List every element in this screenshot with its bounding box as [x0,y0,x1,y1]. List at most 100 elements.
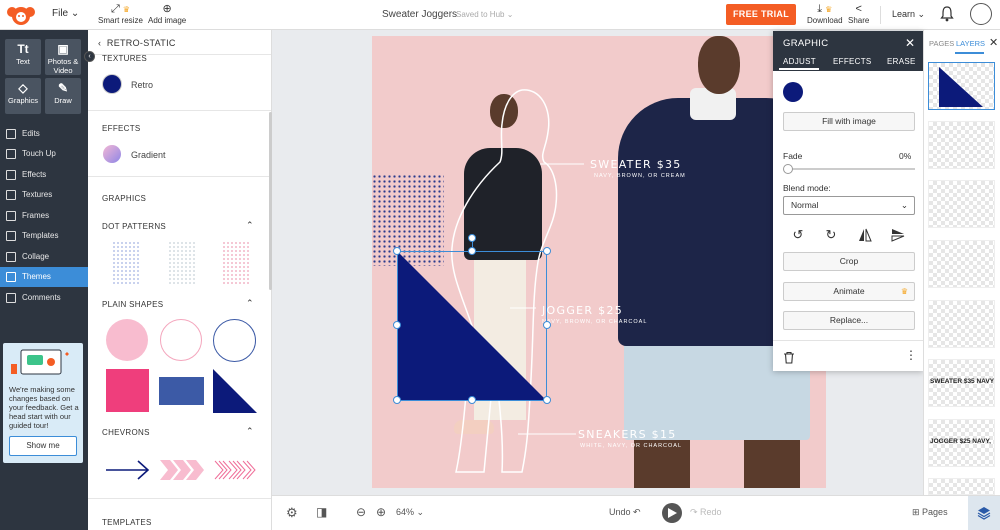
resize-handle[interactable] [393,321,401,329]
zoom-out-icon[interactable]: ⊖ [356,505,366,519]
blue-ring-shape[interactable] [213,319,256,362]
navy-triangle-shape[interactable] [213,369,257,413]
crop-button[interactable]: Crop [783,252,915,271]
striped-chevrons[interactable] [213,460,257,480]
resize-handle[interactable] [468,247,476,255]
dot-pattern-grey[interactable] [168,241,196,285]
graphic-color-swatch[interactable] [783,82,803,102]
dot-pattern-blue[interactable] [112,241,140,285]
sneakers-colors-text[interactable]: WHITE, NAVY, OR CHARCOAL [580,443,682,449]
tab-erase[interactable]: ERASE [887,57,916,66]
rotate-right-icon[interactable]: ↻ [823,227,839,243]
sweater-colors-text[interactable]: NAVY, BROWN, OR CREAM [594,173,686,179]
sidebar-item-textures[interactable]: Textures [0,185,88,205]
draw-tool-button[interactable]: ✎ Draw [45,78,81,114]
trash-icon[interactable] [783,351,795,364]
pink-square-shape[interactable] [106,369,149,412]
back-to-themes-button[interactable]: ‹ RETRO-STATIC [98,38,176,48]
layer-thumbnail[interactable] [928,240,995,288]
retro-texture-label[interactable]: Retro [131,80,153,90]
gradient-effect-swatch[interactable] [103,145,121,163]
layer-thumbnail-sweater-text[interactable]: SWEATER $35 NAVY [928,359,995,407]
photos-video-tool-button[interactable]: ▣ Photos & Video [45,39,81,75]
arrow-chevron[interactable] [106,458,150,482]
sidebar-item-frames[interactable]: Frames [0,206,88,226]
pink-ring-shape[interactable] [160,319,202,361]
bell-icon[interactable] [940,6,954,22]
resize-handle[interactable] [543,321,551,329]
play-button[interactable] [662,503,682,523]
resize-handle[interactable] [468,396,476,404]
sidebar-item-touch-up[interactable]: Touch Up [0,144,88,164]
blend-mode-select[interactable]: Normal ⌄ [783,196,915,215]
sweater-price-text[interactable]: SWEATER $35 [590,158,682,171]
pink-chevrons[interactable] [160,460,204,480]
animate-button[interactable]: Animate ♛ [783,282,915,301]
flip-horizontal-icon[interactable] [857,227,873,243]
sidebar-item-edits[interactable]: Edits [0,124,88,144]
collapse-chevron-icon[interactable]: ⌃ [246,298,254,309]
layer-thumbnail[interactable] [928,478,995,495]
saved-status[interactable]: Saved to Hub ⌄ [456,10,513,19]
replace-button[interactable]: Replace... [783,311,915,330]
more-options-icon[interactable]: ⋮ [905,349,917,361]
fade-slider-track[interactable] [787,168,915,170]
collapse-panel-button[interactable]: ‹ [84,51,95,62]
layer-thumbnail[interactable] [928,121,995,169]
tab-effects[interactable]: EFFECTS [833,57,872,66]
close-icon[interactable]: ✕ [905,36,915,50]
pages-button[interactable]: ⊞ Pages [912,507,948,518]
sneakers-price-text[interactable]: SNEAKERS $15 [578,428,677,441]
layer-thumbnail[interactable] [928,180,995,228]
text-tool-button[interactable]: Tt Text [5,39,41,75]
sidebar-item-themes[interactable]: Themes [0,267,88,287]
resize-handle[interactable] [393,247,401,255]
pink-circle-shape[interactable] [106,319,148,361]
layer-thumbnail-triangle[interactable] [928,62,995,110]
jogger-price-text[interactable]: JOGGER $25 [542,304,623,317]
selection-box[interactable] [397,251,547,401]
dot-pattern-pink[interactable] [222,241,250,285]
layer-thumbnail-jogger-text[interactable]: JOGGER $25 NAVY, [928,419,995,467]
picmonkey-logo-icon[interactable] [6,4,36,26]
zoom-level-select[interactable]: 64% ⌄ [396,507,424,518]
avatar[interactable] [970,3,992,25]
smart-resize-button[interactable]: ⤢ ♛ Smart resize [98,2,143,25]
collapse-chevron-icon[interactable]: ⌃ [246,426,254,437]
blue-rectangle-shape[interactable] [159,377,204,405]
free-trial-button[interactable]: FREE TRIAL [726,4,796,25]
undo-button[interactable]: Undo ↶ [609,507,641,518]
jogger-colors-text[interactable]: NAVY, BROWN, OR CHARCOAL [542,319,647,325]
show-me-button[interactable]: Show me [9,436,77,456]
document-title[interactable]: Sweater Joggers [382,9,457,20]
rotate-left-icon[interactable]: ↺ [790,227,806,243]
share-button[interactable]: < Share [848,2,869,25]
compare-icon[interactable]: ◨ [316,505,327,519]
sidebar-item-templates[interactable]: Templates [0,226,88,246]
layers-toggle-button[interactable] [968,496,1000,530]
tab-pages[interactable]: PAGES [929,39,954,48]
tab-layers[interactable]: LAYERS [956,39,985,48]
close-icon[interactable]: ✕ [989,36,998,49]
learn-menu[interactable]: Learn ⌄ [892,9,925,20]
file-menu[interactable]: File ⌄ [52,8,79,19]
sidebar-item-comments[interactable]: Comments [0,288,88,308]
graphics-tool-button[interactable]: ◇ Graphics [5,78,41,114]
resize-handle[interactable] [543,247,551,255]
sidebar-item-collage[interactable]: Collage [0,247,88,267]
sidebar-item-effects[interactable]: Effects [0,165,88,185]
tab-adjust[interactable]: ADJUST [783,57,816,66]
flip-vertical-icon[interactable] [890,227,906,243]
add-image-button[interactable]: ⊕ Add image [148,2,186,25]
gear-icon[interactable]: ⚙ [286,505,298,521]
resize-handle[interactable] [393,396,401,404]
layer-thumbnail[interactable] [928,300,995,348]
collapse-chevron-icon[interactable]: ⌃ [246,220,254,231]
resize-handle[interactable] [543,396,551,404]
fill-with-image-button[interactable]: Fill with image [783,112,915,131]
retro-texture-swatch[interactable] [103,75,121,93]
fade-slider-handle[interactable] [783,164,793,174]
download-button[interactable]: ⤓ ♛ Download [807,2,843,25]
zoom-in-icon[interactable]: ⊕ [376,505,386,519]
gradient-effect-label[interactable]: Gradient [131,150,166,160]
